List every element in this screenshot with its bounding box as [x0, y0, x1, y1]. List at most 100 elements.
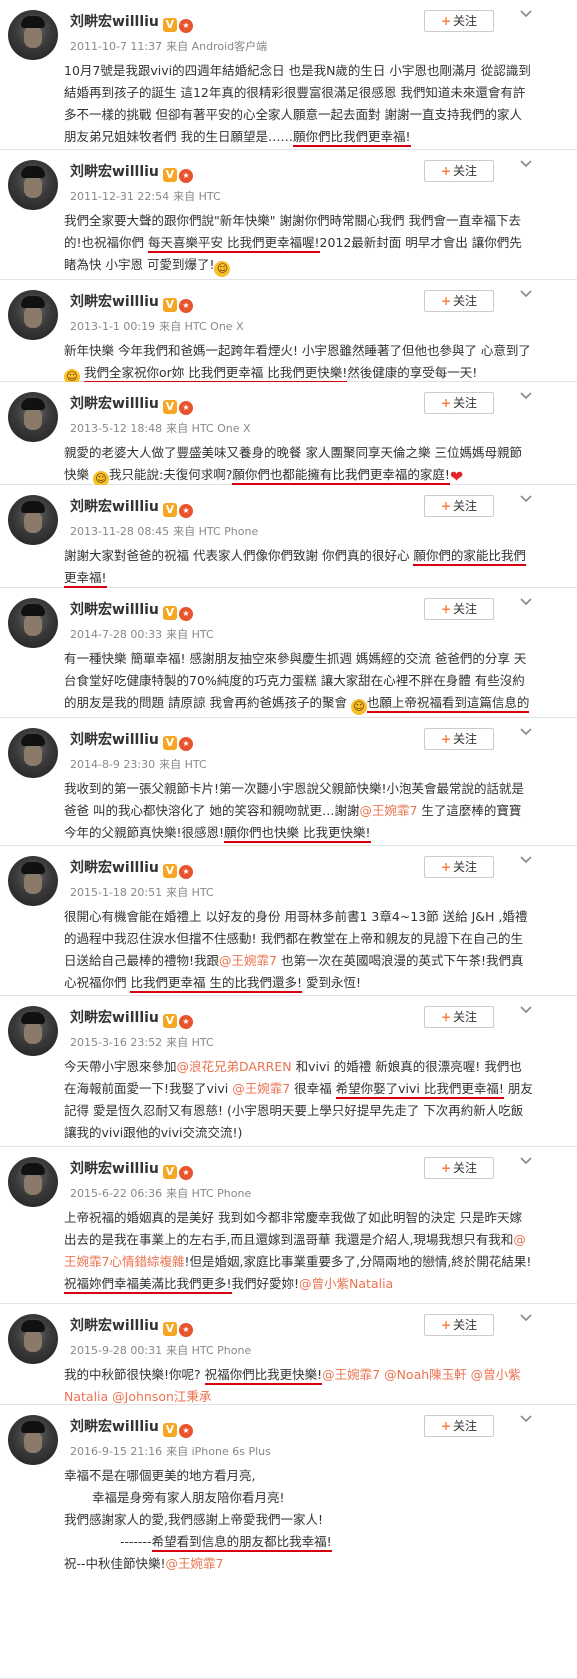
- post-source: 来自 HTC Phone: [173, 525, 259, 538]
- follow-button[interactable]: + 关注: [424, 290, 494, 312]
- post-time[interactable]: 2015-6-22 06:36: [70, 1187, 162, 1200]
- mention-link[interactable]: @Johnson江秉承: [112, 1389, 211, 1404]
- follow-button[interactable]: + 关注: [424, 1314, 494, 1336]
- follow-button[interactable]: + 关注: [424, 160, 494, 182]
- post-content: 新年快樂 今年我們和爸媽一起跨年看煙火! 小宇恩雖然睡著了但他也參與了 心意到了…: [64, 340, 534, 385]
- username[interactable]: 刘畊宏willliu V ★: [70, 393, 193, 415]
- plus-icon: +: [440, 1318, 452, 1332]
- username-text[interactable]: 刘畊宏willliu: [70, 164, 159, 180]
- chevron-down-icon[interactable]: [518, 1153, 534, 1169]
- post-content: 我的中秋節很快樂!你呢? 祝福你們比我更快樂!@王婉霏7 @Noah陳玉軒 @曾…: [64, 1364, 534, 1408]
- medal-icon: ★: [178, 737, 193, 751]
- post-text: 今天帶小宇恩來參加: [64, 1059, 177, 1074]
- chevron-down-icon[interactable]: [518, 156, 534, 172]
- follow-button[interactable]: + 关注: [424, 1157, 494, 1179]
- username-text[interactable]: 刘畊宏willliu: [70, 14, 159, 30]
- username-text[interactable]: 刘畊宏willliu: [70, 499, 159, 515]
- avatar[interactable]: [8, 10, 58, 60]
- mention-link[interactable]: @王婉霏7: [219, 953, 277, 968]
- mention-link[interactable]: @王婉霏7: [359, 803, 417, 818]
- avatar[interactable]: [8, 495, 58, 545]
- chevron-down-icon[interactable]: [518, 594, 534, 610]
- chevron-down-icon[interactable]: [518, 388, 534, 404]
- post-time[interactable]: 2013-5-12 18:48: [70, 422, 162, 435]
- username[interactable]: 刘畊宏willliu V ★: [70, 1416, 193, 1438]
- plus-icon: +: [440, 1161, 452, 1175]
- username[interactable]: 刘畊宏willliu V ★: [70, 291, 193, 313]
- chevron-down-icon[interactable]: [518, 6, 534, 22]
- username-text[interactable]: 刘畊宏willliu: [70, 860, 159, 876]
- post-time[interactable]: 2011-12-31 22:54: [70, 190, 169, 203]
- avatar[interactable]: [8, 1415, 58, 1465]
- post-time[interactable]: 2014-7-28 00:33: [70, 628, 162, 641]
- chevron-down-icon[interactable]: [518, 724, 534, 740]
- username-text[interactable]: 刘畊宏willliu: [70, 1010, 159, 1026]
- follow-button[interactable]: + 关注: [424, 1415, 494, 1437]
- medal-icon: ★: [178, 1015, 193, 1029]
- username[interactable]: 刘畊宏willliu V ★: [70, 599, 193, 621]
- mention-link[interactable]: @浪花兄弟DARREN: [177, 1059, 292, 1074]
- post-time[interactable]: 2011-10-7 11:37: [70, 40, 162, 53]
- username[interactable]: 刘畊宏willliu V ★: [70, 729, 193, 751]
- mention-link[interactable]: @王婉霏7: [166, 1556, 224, 1571]
- avatar[interactable]: [8, 856, 58, 906]
- username-text[interactable]: 刘畊宏willliu: [70, 1318, 159, 1334]
- follow-button[interactable]: + 关注: [424, 856, 494, 878]
- mention-link[interactable]: @王婉霏7: [322, 1367, 380, 1382]
- avatar[interactable]: [8, 392, 58, 442]
- avatar[interactable]: [8, 1006, 58, 1056]
- post-source: 来自 HTC Phone: [166, 1344, 252, 1357]
- post-time[interactable]: 2015-9-28 00:31: [70, 1344, 162, 1357]
- chevron-down-icon[interactable]: [518, 491, 534, 507]
- verified-badge-icon: V: [162, 606, 177, 620]
- username[interactable]: 刘畊宏willliu V ★: [70, 1158, 193, 1180]
- post-time[interactable]: 2013-1-1 00:19: [70, 320, 155, 333]
- follow-button[interactable]: + 关注: [424, 392, 494, 414]
- avatar[interactable]: [8, 728, 58, 778]
- post-time[interactable]: 2015-1-18 20:51: [70, 886, 162, 899]
- username-text[interactable]: 刘畊宏willliu: [70, 396, 159, 412]
- avatar[interactable]: [8, 160, 58, 210]
- follow-button[interactable]: + 关注: [424, 495, 494, 517]
- follow-label: 关注: [453, 1161, 478, 1175]
- follow-button[interactable]: + 关注: [424, 1006, 494, 1028]
- follow-button[interactable]: + 关注: [424, 728, 494, 750]
- follow-button[interactable]: + 关注: [424, 598, 494, 620]
- mention-link[interactable]: @王婉霏7: [232, 1081, 290, 1096]
- post-source: 来自 HTC One X: [159, 320, 244, 333]
- mention-link[interactable]: @曾小紫Natalia: [299, 1276, 393, 1291]
- chevron-down-icon[interactable]: [518, 1411, 534, 1427]
- avatar[interactable]: [8, 290, 58, 340]
- post-time[interactable]: 2014-8-9 23:30: [70, 758, 155, 771]
- post-time[interactable]: 2016-9-15 21:16: [70, 1445, 162, 1458]
- username[interactable]: 刘畊宏willliu V ★: [70, 857, 193, 879]
- username[interactable]: 刘畊宏willliu V ★: [70, 496, 193, 518]
- username-text[interactable]: 刘畊宏willliu: [70, 294, 159, 310]
- chevron-down-icon[interactable]: [518, 852, 534, 868]
- username-text[interactable]: 刘畊宏willliu: [70, 1161, 159, 1177]
- follow-button[interactable]: + 关注: [424, 10, 494, 32]
- verified-badge-icon: V: [162, 1165, 177, 1179]
- plus-icon: +: [440, 294, 452, 308]
- medal-icon: ★: [178, 401, 193, 415]
- medal-icon: ★: [178, 865, 193, 879]
- username-text[interactable]: 刘畊宏willliu: [70, 732, 159, 748]
- avatar[interactable]: [8, 1157, 58, 1207]
- username-text[interactable]: 刘畊宏willliu: [70, 1419, 159, 1435]
- post-content: 10月7號是我跟vivi的四週年結婚紀念日 也是我N歲的生日 小宇恩也剛滿月 從…: [64, 60, 534, 148]
- medal-icon: ★: [178, 1323, 193, 1337]
- mention-link[interactable]: @Noah陳玉軒: [384, 1367, 467, 1382]
- avatar[interactable]: [8, 1314, 58, 1364]
- chevron-down-icon[interactable]: [518, 1002, 534, 1018]
- post-time[interactable]: 2013-11-28 08:45: [70, 525, 169, 538]
- username[interactable]: 刘畊宏willliu V ★: [70, 161, 193, 183]
- chevron-down-icon[interactable]: [518, 1310, 534, 1326]
- verified-badge-icon: V: [162, 400, 177, 414]
- username[interactable]: 刘畊宏willliu V ★: [70, 1315, 193, 1337]
- username[interactable]: 刘畊宏willliu V ★: [70, 1007, 193, 1029]
- avatar[interactable]: [8, 598, 58, 648]
- post-time[interactable]: 2015-3-16 23:52: [70, 1036, 162, 1049]
- username[interactable]: 刘畊宏willliu V ★: [70, 11, 193, 33]
- chevron-down-icon[interactable]: [518, 286, 534, 302]
- username-text[interactable]: 刘畊宏willliu: [70, 602, 159, 618]
